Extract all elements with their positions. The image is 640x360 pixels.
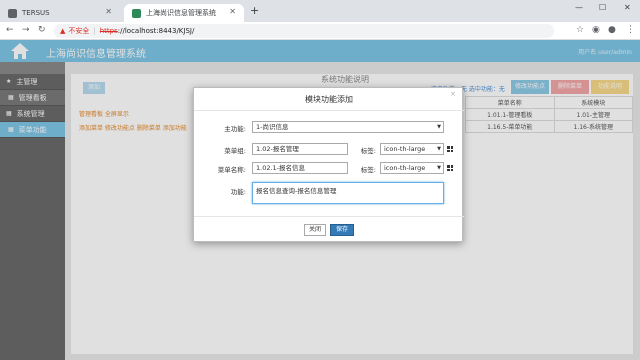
security-label: 不安全 — [68, 27, 90, 35]
divider — [194, 110, 464, 111]
page-icon — [8, 8, 17, 18]
close-button[interactable]: 关闭 — [304, 224, 326, 236]
menu-group-field[interactable]: 1.02-报名管理 — [252, 143, 348, 155]
function-value: 报名信息查询-报名信息管理 — [256, 187, 337, 195]
menu-name-icon-value: icon-th-large — [384, 164, 426, 172]
th-large-icon — [447, 165, 453, 171]
tab-title: 上海尚识信息管理系统 — [146, 9, 216, 17]
chevron-down-icon: ▼ — [437, 165, 441, 171]
menu-group-label: 菜单组: — [224, 147, 246, 155]
main-function-label: 主功能: — [224, 125, 246, 133]
tab-title: TERSUS — [22, 9, 50, 17]
menu-group-icon-label: 标签: — [360, 147, 376, 155]
menu-group-icon-value: icon-th-large — [384, 145, 426, 153]
profile-icon[interactable]: ● — [608, 25, 616, 35]
menu-name-value: 1.02.1-报名信息 — [256, 164, 306, 172]
save-button[interactable]: 保存 — [330, 224, 354, 236]
address-bar[interactable]: ▲ 不安全 | https ://localhost:8443/KJSJ/ — [54, 24, 554, 38]
maximize-icon[interactable]: ☐ — [599, 3, 606, 12]
close-tab-icon[interactable]: ✕ — [229, 7, 236, 16]
menu-group-value: 1.02-报名管理 — [256, 145, 299, 153]
separator: | — [93, 27, 96, 35]
function-textarea[interactable]: 报名信息查询-报名信息管理 — [252, 182, 444, 204]
main-function-select[interactable]: 1-尚识信息 ▼ — [252, 121, 444, 133]
browser-tab-app[interactable]: 上海尚识信息管理系统 ✕ — [124, 4, 244, 22]
reload-icon[interactable]: ↻ — [38, 25, 46, 35]
browser-tab-bar: TERSUS ✕ 上海尚识信息管理系统 ✕ + — ☐ ✕ — [0, 0, 640, 22]
th-large-icon — [447, 146, 453, 152]
close-tab-icon[interactable]: ✕ — [105, 7, 112, 16]
menu-name-icon-select[interactable]: icon-th-large ▼ — [380, 162, 444, 174]
menu-icon[interactable]: ⋮ — [626, 25, 635, 35]
add-function-modal: 模块功能添加 × 主功能: 1-尚识信息 ▼ 菜单组: 1.02-报名管理 标签… — [193, 87, 464, 242]
back-icon[interactable]: ← — [6, 25, 14, 35]
function-label: 功能: — [230, 188, 246, 196]
menu-group-icon-select[interactable]: icon-th-large ▼ — [380, 143, 444, 155]
menu-name-icon-label: 标签: — [360, 166, 376, 174]
url-scheme: https — [99, 27, 118, 35]
chevron-down-icon: ▼ — [437, 146, 441, 152]
browser-tab-tersus[interactable]: TERSUS ✕ — [0, 4, 120, 22]
new-tab-icon[interactable]: + — [250, 4, 259, 17]
minimize-icon[interactable]: — — [575, 3, 583, 12]
forward-icon[interactable]: → — [22, 25, 30, 35]
modal-title: 模块功能添加 — [305, 95, 353, 104]
menu-name-field[interactable]: 1.02.1-报名信息 — [252, 162, 348, 174]
page-icon — [132, 8, 141, 18]
extension-icon[interactable]: ◉ — [592, 25, 600, 35]
bookmark-star-icon[interactable]: ☆ — [576, 25, 584, 35]
warning-icon: ▲ — [60, 27, 66, 35]
url-rest: ://localhost:8443/KJSJ/ — [117, 27, 195, 35]
main-function-value: 1-尚识信息 — [256, 123, 289, 131]
chevron-down-icon: ▼ — [437, 124, 441, 130]
close-window-icon[interactable]: ✕ — [624, 3, 631, 12]
browser-toolbar: ← → ↻ ▲ 不安全 | https ://localhost:8443/KJ… — [0, 22, 640, 40]
close-icon[interactable]: × — [450, 90, 456, 98]
divider — [194, 216, 464, 217]
menu-name-label: 菜单名称: — [217, 166, 246, 174]
